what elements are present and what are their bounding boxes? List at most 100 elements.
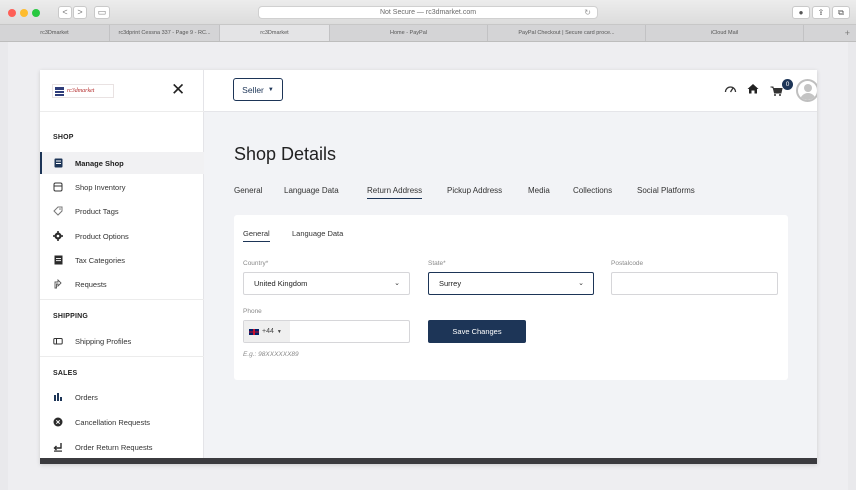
phone-label: Phone <box>243 308 262 315</box>
address-bar[interactable]: Not Secure — rc3dmarket.com ↻ <box>258 6 598 19</box>
tab-general[interactable]: General <box>234 186 262 195</box>
chevron-down-icon: ▼ <box>276 328 282 335</box>
sidebar-item-label: Cancellation Requests <box>75 417 151 427</box>
state-label: State* <box>428 260 446 267</box>
browser-tab[interactable]: iCloud Mail <box>646 25 804 41</box>
tabs-overview-icon[interactable]: ⧉ <box>832 6 850 19</box>
chevron-down-icon: ▼ <box>267 86 274 93</box>
sidebar-item-label: Shop Inventory <box>75 182 126 192</box>
avatar-body <box>800 93 816 100</box>
sidebar-item-order-return-requests[interactable]: Order Return Requests <box>40 436 204 458</box>
address-text: Not Secure — rc3dmarket.com <box>379 9 477 16</box>
page-title: Shop Details <box>234 144 337 164</box>
tab-language-data[interactable]: Language Data <box>284 186 339 195</box>
sidebar-item-label: Product Options <box>75 231 129 241</box>
sidebar-divider <box>40 356 204 357</box>
sidebar-item-label: Manage Shop <box>75 158 124 168</box>
sidebar-divider <box>40 299 204 300</box>
seller-label: Seller <box>242 84 264 95</box>
subtab-general[interactable]: General <box>243 229 270 242</box>
section-label-sales: SALES <box>53 370 78 377</box>
country-select[interactable]: United Kingdom ⌄ <box>243 272 410 295</box>
sidebar-item-label: Order Return Requests <box>75 442 153 452</box>
sidebar-item-label: Product Tags <box>75 206 119 216</box>
back-button[interactable]: < <box>58 6 72 19</box>
truck-icon <box>53 336 63 346</box>
sidebar-item-manage-shop[interactable]: Manage Shop <box>40 152 204 174</box>
postalcode-label: Postalcode <box>611 260 644 267</box>
tab-social-platforms[interactable]: Social Platforms <box>637 186 695 195</box>
sidebar-item-orders[interactable]: Orders <box>40 386 204 408</box>
new-tab-button[interactable]: + <box>804 25 856 41</box>
seller-dropdown[interactable]: Seller ▼ <box>233 78 283 101</box>
tab-collections[interactable]: Collections <box>573 186 612 195</box>
country-label: Country* <box>243 260 269 267</box>
sidebar-item-product-tags[interactable]: Product Tags <box>40 200 204 222</box>
store-icon <box>53 158 63 168</box>
dashboard-icon[interactable] <box>724 83 737 98</box>
sidebar: rc3dmarket ✕ SHOP Manage Shop Shop Inven… <box>40 70 204 458</box>
bar-chart-icon <box>53 392 63 402</box>
reload-icon[interactable]: ↻ <box>584 7 591 19</box>
avatar-head <box>804 84 812 92</box>
share-icon[interactable]: ⇪ <box>812 6 830 19</box>
tab-return-address[interactable]: Return Address <box>367 186 423 199</box>
sidebar-item-requests[interactable]: Requests <box>40 273 204 295</box>
minimize-window-button[interactable] <box>20 9 28 17</box>
subtab-language-data[interactable]: Language Data <box>292 229 343 238</box>
sidebar-item-label: Shipping Profiles <box>75 336 132 346</box>
return-icon <box>53 442 63 452</box>
cart-count-badge: 0 <box>782 79 793 90</box>
section-label-shipping: SHIPPING <box>53 313 89 320</box>
save-changes-button[interactable]: Save Changes <box>428 320 526 343</box>
close-sidebar-icon[interactable]: ✕ <box>171 80 185 100</box>
uk-flag-icon <box>249 328 259 335</box>
browser-tab-active[interactable]: rc3Dmarket <box>220 25 330 41</box>
sidebar-item-shipping-profiles[interactable]: Shipping Profiles <box>40 330 204 352</box>
home-icon[interactable] <box>747 83 759 98</box>
return-address-card: General Language Data Country* United Ki… <box>234 215 788 380</box>
close-window-button[interactable] <box>8 9 16 17</box>
browser-tab[interactable]: PayPal Checkout | Secure card proce... <box>488 25 646 41</box>
logo-mark-icon <box>55 86 64 96</box>
logo-text: rc3dmarket <box>67 88 95 94</box>
request-icon <box>53 279 63 289</box>
gear-icon <box>53 231 63 241</box>
cart-icon[interactable] <box>770 85 783 100</box>
postalcode-input[interactable] <box>611 272 778 295</box>
tab-pickup-address[interactable]: Pickup Address <box>447 186 502 195</box>
cancel-icon <box>53 417 63 427</box>
avatar[interactable] <box>796 79 817 102</box>
logo[interactable]: rc3dmarket <box>52 84 114 98</box>
forward-button[interactable]: > <box>73 6 87 19</box>
phone-input[interactable]: +44 ▼ <box>243 320 410 343</box>
state-select[interactable]: Surrey ⌄ <box>428 272 594 295</box>
browser-tab-bar: rc3Dmarket rc3dprint Cessna 337 - Page 9… <box>0 25 856 42</box>
logo-row: rc3dmarket ✕ <box>40 70 204 112</box>
chevron-down-icon: ⌄ <box>394 280 400 287</box>
dial-code-selector[interactable]: +44 ▼ <box>244 321 290 342</box>
chevron-down-icon: ⌄ <box>578 280 584 287</box>
sidebar-item-shop-inventory[interactable]: Shop Inventory <box>40 176 204 198</box>
shield-icon[interactable]: ● <box>792 6 810 19</box>
tab-media[interactable]: Media <box>528 186 550 195</box>
browser-titlebar: < > ▭ Not Secure — rc3dmarket.com ↻ ● ⇪ … <box>0 0 856 25</box>
section-label-shop: SHOP <box>53 134 74 141</box>
sidebar-item-product-options[interactable]: Product Options <box>40 225 204 247</box>
sidebar-item-tax-categories[interactable]: Tax Categories <box>40 249 204 271</box>
sidebar-item-cancellation-requests[interactable]: Cancellation Requests <box>40 411 204 433</box>
file-icon <box>53 255 63 265</box>
box-icon <box>53 182 63 192</box>
state-value: Surrey <box>439 279 462 288</box>
browser-tab[interactable]: rc3Dmarket <box>0 25 110 41</box>
dial-code-value: +44 <box>262 328 274 335</box>
sidebar-toggle-button[interactable]: ▭ <box>94 6 110 19</box>
browser-tab[interactable]: Home - PayPal <box>330 25 488 41</box>
country-value: United Kingdom <box>254 279 308 288</box>
phone-hint: E.g.: 98XXXXXX89 <box>243 351 299 358</box>
sidebar-item-label: Orders <box>75 392 98 402</box>
sidebar-item-label: Requests <box>75 279 107 289</box>
sidebar-item-label: Tax Categories <box>75 255 126 265</box>
browser-tab[interactable]: rc3dprint Cessna 337 - Page 9 - RC... <box>110 25 220 41</box>
maximize-window-button[interactable] <box>32 9 40 17</box>
